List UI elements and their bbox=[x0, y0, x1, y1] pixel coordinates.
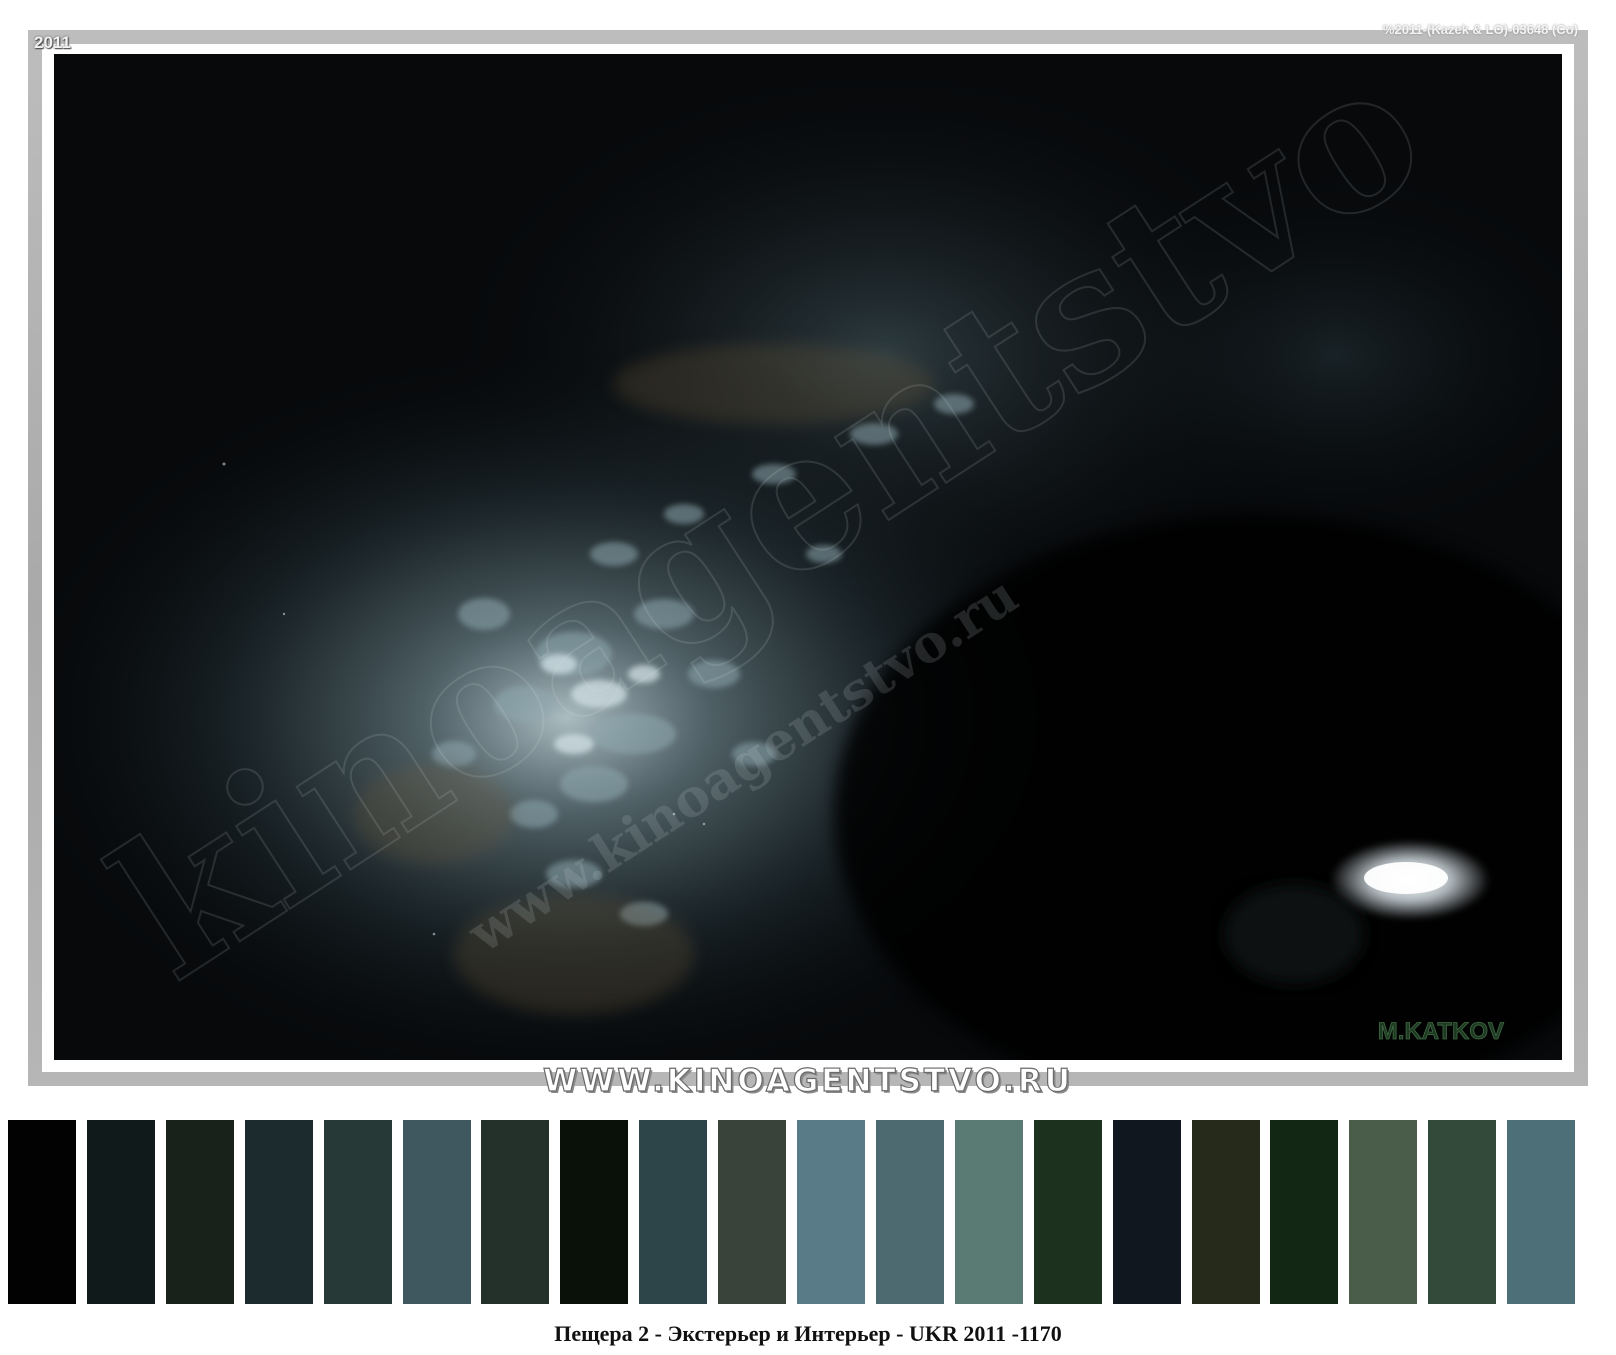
year-label: 2011 bbox=[34, 33, 71, 52]
color-swatch bbox=[166, 1120, 234, 1304]
color-swatch bbox=[1113, 1120, 1181, 1304]
color-swatch bbox=[245, 1120, 313, 1304]
color-swatch bbox=[8, 1120, 76, 1304]
site-banner: WWW.KINOAGENTSTVO.RU bbox=[542, 1062, 1073, 1099]
color-palette bbox=[8, 1120, 1608, 1304]
cave-photo: kinoagentstvo www.kinoagentstvo.ru M.KAT… bbox=[54, 54, 1562, 1060]
color-swatch bbox=[403, 1120, 471, 1304]
color-swatch bbox=[324, 1120, 392, 1304]
color-swatch bbox=[1507, 1120, 1575, 1304]
color-swatch bbox=[797, 1120, 865, 1304]
color-swatch bbox=[718, 1120, 786, 1304]
copyright-label: %2011-(Kazek & LO)-03648 (Co) bbox=[1382, 22, 1578, 37]
color-swatch bbox=[1349, 1120, 1417, 1304]
photo-frame: kinoagentstvo www.kinoagentstvo.ru M.KAT… bbox=[28, 22, 1588, 1086]
color-swatch bbox=[639, 1120, 707, 1304]
color-swatch bbox=[87, 1120, 155, 1304]
color-swatch bbox=[1428, 1120, 1496, 1304]
color-swatch bbox=[1034, 1120, 1102, 1304]
cave-photo-graphic: kinoagentstvo www.kinoagentstvo.ru M.KAT… bbox=[54, 54, 1562, 1060]
color-swatch bbox=[560, 1120, 628, 1304]
color-swatch bbox=[876, 1120, 944, 1304]
color-swatch bbox=[1270, 1120, 1338, 1304]
color-swatch bbox=[1192, 1120, 1260, 1304]
color-swatch bbox=[955, 1120, 1023, 1304]
caption: Пещера 2 - Экстерьер и Интерьер - UKR 20… bbox=[554, 1321, 1062, 1346]
author-signature: M.KATKOV bbox=[1378, 1018, 1504, 1045]
color-swatch bbox=[481, 1120, 549, 1304]
